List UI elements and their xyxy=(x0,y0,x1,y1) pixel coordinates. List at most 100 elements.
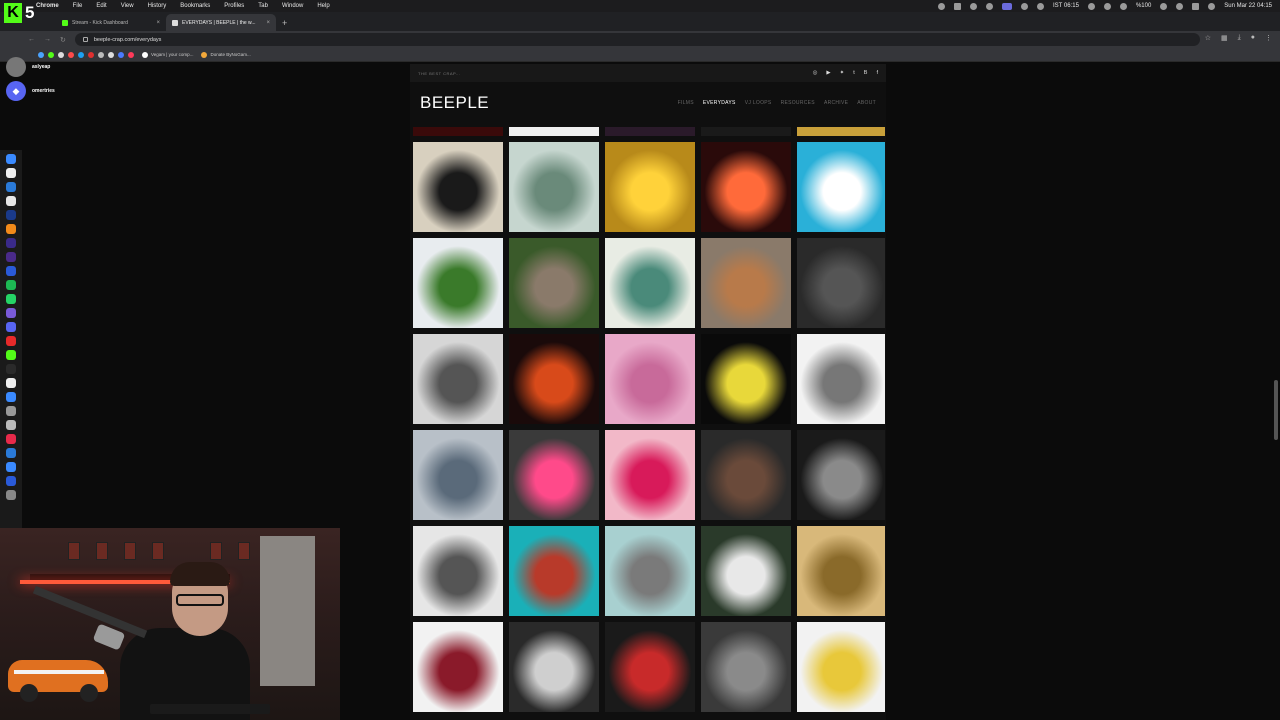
tumblr-icon[interactable]: t xyxy=(853,70,855,76)
everyday-thumbnail[interactable] xyxy=(509,142,599,232)
search-icon[interactable] xyxy=(1176,2,1184,10)
chrome-icon[interactable] xyxy=(6,196,16,206)
everyday-thumbnail[interactable] xyxy=(701,526,791,616)
everyday-thumbnail[interactable] xyxy=(701,238,791,328)
bookmark-vegam[interactable]: Vegam | your comp... xyxy=(142,51,193,58)
status-icon-4[interactable] xyxy=(986,2,994,10)
nav-resources[interactable]: RESOURCES xyxy=(781,100,815,106)
nav-everydays[interactable]: EVERYDAYS xyxy=(703,100,736,106)
back-icon[interactable]: ← xyxy=(28,36,35,43)
siri-icon[interactable] xyxy=(1208,2,1216,10)
app-icon[interactable] xyxy=(6,392,16,402)
everyday-thumbnail[interactable] xyxy=(413,238,503,328)
wifi-icon[interactable] xyxy=(1160,2,1168,10)
bookmark-icon[interactable] xyxy=(128,51,134,58)
spotify-icon[interactable] xyxy=(6,280,16,290)
facebook-icon[interactable]: f xyxy=(876,70,878,76)
bluetooth-icon[interactable] xyxy=(1119,2,1127,10)
status-icon-2[interactable] xyxy=(954,2,962,10)
everyday-thumbnail[interactable] xyxy=(605,142,695,232)
close-tab-icon[interactable]: × xyxy=(156,20,160,26)
trash-icon[interactable] xyxy=(6,490,16,500)
app-icon[interactable] xyxy=(6,364,16,374)
finder-icon[interactable] xyxy=(6,154,16,164)
everyday-thumbnail[interactable] xyxy=(413,127,503,136)
bookmark-icon[interactable] xyxy=(118,51,124,58)
everyday-thumbnail[interactable] xyxy=(701,430,791,520)
everyday-thumbnail[interactable] xyxy=(413,622,503,712)
everyday-thumbnail[interactable] xyxy=(701,127,791,136)
app-icon[interactable] xyxy=(6,378,16,388)
site-info-icon[interactable] xyxy=(82,37,88,42)
page-scrollbar[interactable] xyxy=(1274,380,1278,440)
close-tab-icon[interactable]: × xyxy=(266,20,270,26)
menu-history[interactable]: History xyxy=(148,3,167,9)
everyday-thumbnail[interactable] xyxy=(701,142,791,232)
everyday-thumbnail[interactable] xyxy=(605,526,695,616)
app-icon[interactable] xyxy=(6,336,16,346)
everyday-thumbnail[interactable] xyxy=(509,430,599,520)
nav-archive[interactable]: ARCHIVE xyxy=(824,100,848,106)
control-center-icon[interactable] xyxy=(1192,2,1200,10)
menu-bookmarks[interactable]: Bookmarks xyxy=(180,3,210,9)
everyday-thumbnail[interactable] xyxy=(509,334,599,424)
everyday-thumbnail[interactable] xyxy=(797,238,885,328)
after-effects-icon[interactable] xyxy=(6,252,16,262)
menu-edit[interactable]: Edit xyxy=(96,3,106,9)
menu-profiles[interactable]: Profiles xyxy=(224,3,244,9)
browser-menu-icon[interactable]: ⋮ xyxy=(1265,34,1272,42)
everyday-thumbnail[interactable] xyxy=(797,526,885,616)
everyday-thumbnail[interactable] xyxy=(797,430,885,520)
download-icon[interactable]: ⤓ xyxy=(1238,34,1241,42)
new-tab-icon[interactable]: + xyxy=(282,18,287,28)
bookmark-icon[interactable] xyxy=(98,51,104,58)
everyday-thumbnail[interactable] xyxy=(509,238,599,328)
photoshop-icon[interactable] xyxy=(6,210,16,220)
reload-icon[interactable]: ↻ xyxy=(60,36,66,44)
media-encoder-icon[interactable] xyxy=(6,266,16,276)
everyday-thumbnail[interactable] xyxy=(509,526,599,616)
app-icon[interactable] xyxy=(6,350,16,360)
nav-about[interactable]: ABOUT xyxy=(857,100,876,106)
behance-icon[interactable]: B xyxy=(864,70,868,76)
everyday-thumbnail[interactable] xyxy=(701,334,791,424)
bookmark-donate[interactable]: Donate ByNoGam... xyxy=(201,51,251,58)
status-icon-6[interactable] xyxy=(1037,2,1045,10)
menu-window[interactable]: Window xyxy=(282,3,303,9)
instagram-icon[interactable]: ◎ xyxy=(813,70,818,76)
screen-record-icon[interactable] xyxy=(1002,2,1013,10)
menu-view[interactable]: View xyxy=(121,3,134,9)
everyday-thumbnail[interactable] xyxy=(701,622,791,712)
discord-icon[interactable] xyxy=(6,322,16,332)
app-icon[interactable] xyxy=(6,462,16,472)
nav-vj-loops[interactable]: VJ LOOPS xyxy=(745,100,772,106)
volume-icon[interactable] xyxy=(1103,2,1111,10)
premiere-icon[interactable] xyxy=(6,238,16,248)
everyday-thumbnail[interactable] xyxy=(605,238,695,328)
translate-icon[interactable]: ▦ xyxy=(1221,34,1228,42)
menu-tab[interactable]: Tab xyxy=(258,3,268,9)
illustrator-icon[interactable] xyxy=(6,224,16,234)
everyday-thumbnail[interactable] xyxy=(797,334,885,424)
everyday-thumbnail[interactable] xyxy=(413,430,503,520)
everyday-thumbnail[interactable] xyxy=(509,622,599,712)
bookmark-star-icon[interactable]: ☆ xyxy=(1205,34,1211,42)
app-icon[interactable] xyxy=(6,420,16,430)
everyday-thumbnail[interactable] xyxy=(605,334,695,424)
everyday-thumbnail[interactable] xyxy=(413,142,503,232)
app-icon[interactable] xyxy=(6,434,16,444)
everyday-thumbnail[interactable] xyxy=(797,142,885,232)
everyday-thumbnail[interactable] xyxy=(605,127,695,136)
app-icon[interactable] xyxy=(6,406,16,416)
status-icon-5[interactable] xyxy=(1021,2,1029,10)
everyday-thumbnail[interactable] xyxy=(605,622,695,712)
clock-ist[interactable]: IST 06:15 xyxy=(1053,3,1079,9)
bookmark-icon[interactable] xyxy=(88,51,94,58)
status-icon-7[interactable] xyxy=(1087,2,1095,10)
calendar-icon[interactable] xyxy=(6,168,16,178)
everyday-thumbnail[interactable] xyxy=(509,127,599,136)
app-store-icon[interactable] xyxy=(6,182,16,192)
everyday-thumbnail[interactable] xyxy=(797,127,885,136)
youtube-icon[interactable]: ▶ xyxy=(826,70,830,76)
address-bar[interactable]: beeple-crap.com/everydays xyxy=(74,33,1200,46)
